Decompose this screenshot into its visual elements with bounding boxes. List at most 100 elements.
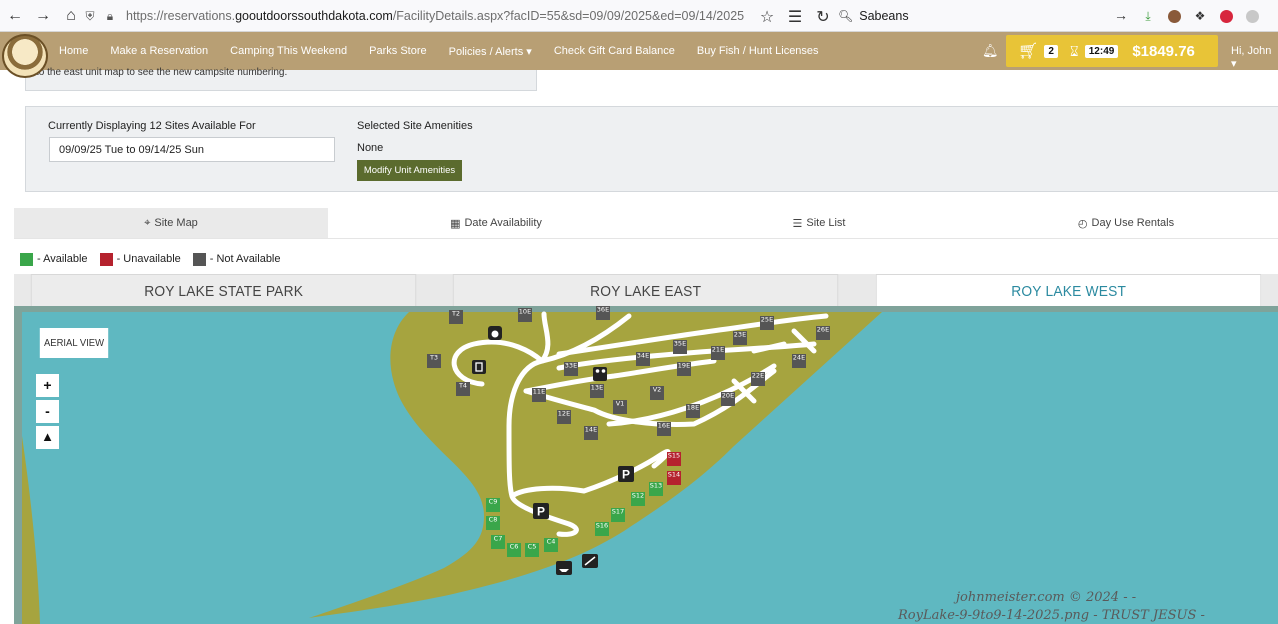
site-label: C7	[494, 535, 503, 543]
clock-icon: ◴	[1077, 217, 1088, 230]
site-marker-C5[interactable]: C5	[525, 543, 539, 558]
menu-gift-card[interactable]: Check Gift Card Balance	[543, 45, 686, 57]
site-label: 25E	[761, 316, 773, 324]
bell-icon[interactable]: 🔔︎	[982, 43, 999, 59]
site-label: 34E	[637, 352, 649, 360]
profile-icon[interactable]	[1164, 6, 1184, 26]
reload-icon[interactable]: ↻	[810, 4, 836, 30]
site-marker-S17[interactable]: S17	[611, 508, 625, 523]
modify-amenities-button[interactable]: Modify Unit Amenities	[357, 160, 462, 181]
site-marker-25E[interactable]: 25E	[760, 316, 774, 331]
site-marker-S12[interactable]: S12	[631, 492, 645, 507]
site-marker-T3[interactable]: T3	[427, 354, 441, 369]
site-marker-V2[interactable]: V2	[650, 386, 664, 401]
forward-icon[interactable]: →	[30, 3, 56, 29]
zoom-in-button[interactable]: +	[36, 374, 59, 397]
shelter-icon	[472, 360, 486, 374]
site-marker-12E[interactable]: 12E	[557, 410, 571, 425]
water-drop	[491, 330, 499, 338]
site-marker-19E[interactable]: 19E	[677, 362, 691, 377]
displaying-label: Currently Displaying 12 Sites Available …	[48, 120, 256, 132]
site-marker-34E[interactable]: 34E	[636, 352, 650, 367]
site-marker-13E[interactable]: 13E	[590, 384, 604, 399]
site-label: C4	[547, 538, 556, 546]
area-tab-roy-lake-west[interactable]: ROY LAKE WEST	[875, 274, 1262, 308]
cart-summary[interactable]: 🛒︎ 2 ⌛︎ 12:49 $1849.76	[1006, 35, 1218, 67]
site-marker-10E[interactable]: 10E	[518, 308, 532, 323]
search-go-icon[interactable]: →	[1114, 7, 1128, 23]
download-icon[interactable]: ⤓	[1138, 6, 1158, 26]
site-label: C8	[489, 516, 498, 524]
site-marker-S15[interactable]: S15	[667, 452, 681, 467]
area-tab-roy-lake-state-park[interactable]: ROY LAKE STATE PARK	[30, 274, 417, 308]
restroom-icon	[593, 367, 607, 381]
site-marker-22E[interactable]: 22E	[751, 372, 765, 387]
menu-home[interactable]: Home	[48, 45, 99, 57]
pocket-icon[interactable]	[1216, 6, 1236, 26]
site-marker-33E[interactable]: 33E	[564, 362, 578, 377]
area-tab-roy-lake-east[interactable]: ROY LAKE EAST	[453, 274, 839, 308]
tab-site-map[interactable]: ⌖ Site Map	[14, 208, 328, 238]
aerial-view-button[interactable]: AERIAL VIEW	[39, 328, 109, 358]
back-icon[interactable]: ←	[2, 3, 28, 29]
boat-ramp-icon	[556, 561, 572, 575]
site-marker-11E[interactable]: 11E	[532, 388, 546, 403]
site-marker-35E[interactable]: 35E	[673, 340, 687, 355]
site-label: 20E	[722, 392, 734, 400]
notice-box: to the east unit map to see the new camp…	[25, 67, 537, 91]
site-label: S14	[668, 471, 680, 479]
menu-fish-hunt-licenses[interactable]: Buy Fish / Hunt Licenses	[686, 45, 830, 57]
site-marker-S13[interactable]: S13	[649, 482, 663, 497]
site-marker-T2[interactable]: T2	[449, 310, 463, 325]
site-marker-S14[interactable]: S14	[667, 471, 681, 486]
extensions-icon[interactable]: ❖	[1190, 6, 1210, 26]
site-marker-C4[interactable]: C4	[544, 538, 558, 553]
menu-camping-this-weekend[interactable]: Camping This Weekend	[219, 45, 358, 57]
site-marker-23E[interactable]: 23E	[733, 331, 747, 346]
menu-policies-alerts[interactable]: Policies / Alerts ▾	[438, 45, 543, 58]
zoom-out-button[interactable]: -	[36, 400, 59, 423]
account-icon[interactable]	[1242, 6, 1262, 26]
site-marker-S16[interactable]: S16	[595, 522, 609, 537]
menu-make-reservation[interactable]: Make a Reservation	[99, 45, 219, 57]
site-marker-26E[interactable]: 26E	[816, 326, 830, 341]
site-label: 12E	[558, 410, 570, 418]
site-marker-36E[interactable]: 36E	[596, 306, 610, 320]
site-label: 33E	[565, 362, 577, 370]
south-dakota-parks-logo[interactable]	[2, 34, 48, 78]
site-map[interactable]: T2 10E 36E 25E 26E 23E T3 33E 34E 35E 21E 24E T4 13E 1…	[14, 306, 1278, 624]
browser-toolbar: ← → ⌂ ⛨ 🔒︎ https://reservations.gooutdoo…	[0, 0, 1278, 32]
menu-parks-store[interactable]: Parks Store	[358, 45, 437, 57]
tab-site-list[interactable]: ☰ Site List	[664, 208, 974, 238]
site-marker-C7[interactable]: C7	[491, 535, 505, 550]
site-marker-V1[interactable]: V1	[613, 400, 627, 415]
site-label: 19E	[678, 362, 690, 370]
campground-map[interactable]: T2 10E 36E 25E 26E 23E T3 33E 34E 35E 21E 24E T4 13E 1…	[14, 306, 1278, 624]
site-label: 14E	[585, 426, 597, 434]
legend-available: - Available	[37, 253, 88, 265]
site-label: S17	[612, 508, 624, 516]
parking-label-2: P	[537, 505, 545, 519]
north-arrow-icon[interactable]: ▲	[36, 426, 59, 449]
user-menu[interactable]: Hi, John ▾	[1231, 45, 1278, 70]
site-marker-C8[interactable]: C8	[486, 516, 500, 531]
site-marker-24E[interactable]: 24E	[792, 354, 806, 369]
site-marker-18E[interactable]: 18E	[686, 404, 700, 419]
site-label: 24E	[793, 354, 805, 362]
bookmark-star-icon[interactable]: ☆	[754, 4, 780, 30]
site-marker-14E[interactable]: 14E	[584, 426, 598, 441]
site-marker-21E[interactable]: 21E	[711, 346, 725, 361]
tab-day-use-rentals[interactable]: ◴ Day Use Rentals	[974, 208, 1278, 238]
site-marker-T4[interactable]: T4	[456, 382, 470, 397]
site-marker-C9[interactable]: C9	[486, 498, 500, 513]
site-marker-16E[interactable]: 16E	[657, 422, 671, 437]
site-marker-C6[interactable]: C6	[507, 543, 521, 558]
date-range-field[interactable]: 09/09/25 Tue to 09/14/25 Sun	[49, 137, 335, 162]
site-label: S16	[596, 522, 608, 530]
search-bar[interactable]: 🔍︎ Sabeans →	[838, 4, 1134, 28]
area-tabs: ROY LAKE STATE PARK ROY LAKE EAST ROY LA…	[14, 274, 1278, 308]
reader-icon[interactable]: ☰	[782, 4, 808, 30]
url-bar[interactable]: ⛨ 🔒︎ https://reservations.gooutdoorssout…	[80, 4, 832, 28]
site-marker-20E[interactable]: 20E	[721, 392, 735, 407]
tab-date-availability[interactable]: ▦ Date Availability	[328, 208, 664, 238]
